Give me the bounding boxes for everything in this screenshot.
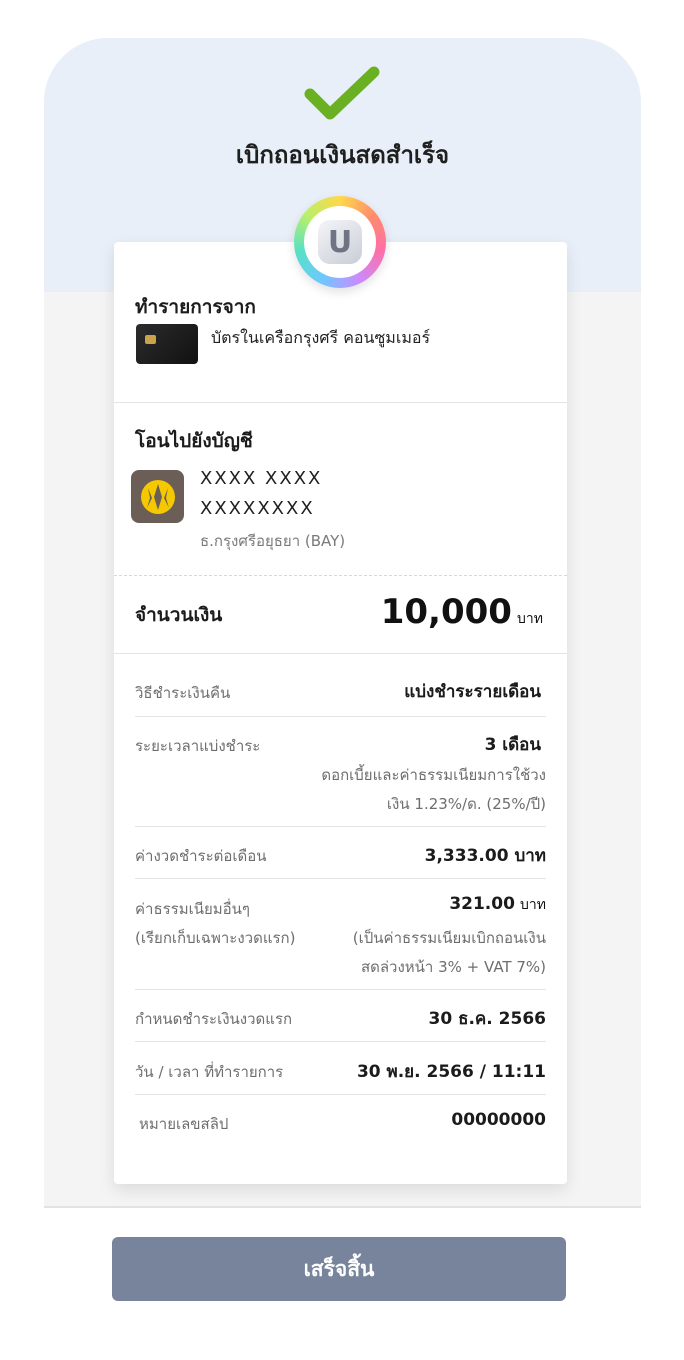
from-section-title: ทำรายการจาก [135,296,256,318]
card-chip-icon [145,335,156,344]
monthly-payment-label: ค่างวดชำระต่อเดือน [135,847,267,865]
credit-card-image [136,324,198,364]
other-fees-unit: บาท [520,897,546,913]
done-button[interactable]: เสร็จสิ้น [112,1237,566,1301]
installment-period-label: ระยะเวลาแบ่งชำระ [135,737,261,755]
section-divider [114,653,567,654]
other-fees-display: 321.00 บาท [449,894,546,916]
repayment-method-value: แบ่งชำระรายเดือน [404,682,541,702]
to-section-title: โอนไปยังบัญชี [135,430,253,452]
success-check-icon [304,66,380,120]
account-name: XXXX XXXX [200,468,323,489]
other-fees-sublabel: (เรียกเก็บเฉพาะงวดแรก) [135,929,296,947]
transaction-datetime-value: 30 พ.ย. 2566 / 11:11 [356,1062,546,1082]
other-fees-value: 321.00 [449,894,515,914]
interest-note-line2: เงิน 1.23%/ด. (25%/ปี) [386,795,546,813]
account-number: XXXXXXXX [200,498,315,519]
other-fees-label: ค่าธรรมเนียมอื่นๆ [135,900,250,918]
page-title: เบิกถอนเงินสดสำเร็จ [235,141,450,169]
row-divider [135,1094,546,1095]
app-logo-icon: U [318,220,362,264]
other-fees-note-line2: สดล่วงหน้า 3% + VAT 7%) [360,958,546,976]
monthly-payment-value: 3,333.00 บาท [424,846,546,866]
amount-label: จำนวนเงิน [135,604,223,626]
krungsri-logo-icon [140,479,175,514]
bank-name: ธ.กรุงศรีอยุธยา (BAY) [200,532,346,550]
bank-logo-icon [131,470,184,523]
amount-display: 10,000 บาท [381,592,543,632]
app-logo: U [294,196,386,288]
transaction-card: ทำรายการจาก บัตรในเครือกรุงศรี คอนซูมเมอ… [114,242,567,1184]
transaction-datetime-label: วัน / เวลา ที่ทำรายการ [135,1063,284,1081]
other-fees-note-line1: (เป็นค่าธรรมเนียมเบิกถอนเงิน [352,929,546,947]
row-divider [135,878,546,879]
result-panel: เบิกถอนเงินสดสำเร็จ ทำรายการจาก บัตรในเค… [44,38,641,1208]
slip-number-label: หมายเลขสลิป [139,1115,229,1133]
slip-number-value: 00000000 [451,1110,546,1130]
row-divider [135,716,546,717]
amount-unit: บาท [517,611,543,627]
first-due-label: กำหนดชำระเงินงวดแรก [135,1010,293,1028]
interest-note-line1: ดอกเบี้ยและค่าธรรมเนียมการใช้วง [321,766,546,784]
row-divider [135,1041,546,1042]
source-card-name: บัตรในเครือกรุงศรี คอนซูมเมอร์ [211,328,431,347]
row-divider [135,826,546,827]
section-divider [114,402,567,403]
installment-period-value: 3 เดือน [484,735,541,755]
first-due-value: 30 ธ.ค. 2566 [428,1009,546,1029]
row-divider [135,989,546,990]
dashed-divider [114,575,567,576]
repayment-method-label: วิธีชำระเงินคืน [135,684,231,702]
amount-value: 10,000 [380,592,512,632]
